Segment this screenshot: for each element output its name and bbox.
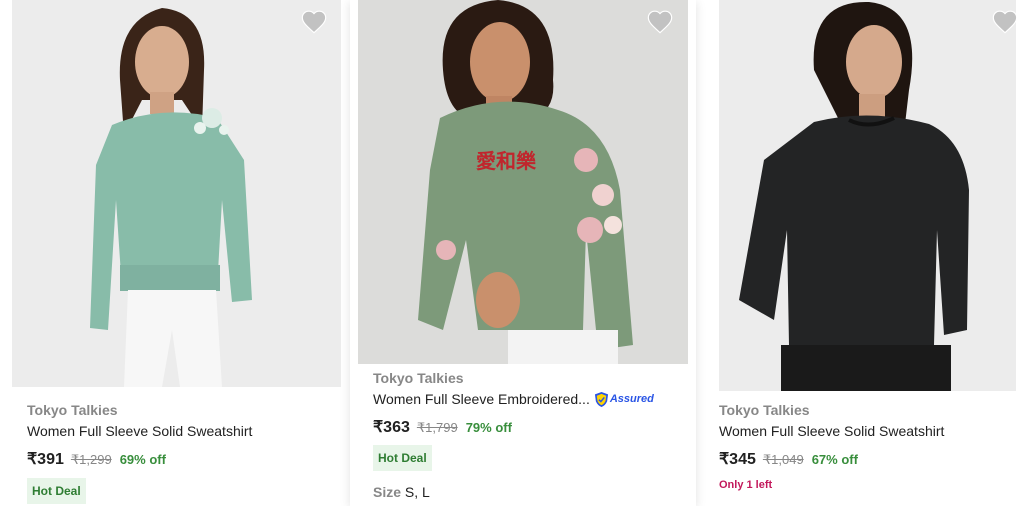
discount-percent: 69% off	[119, 452, 166, 467]
product-title[interactable]: Women Full Sleeve Solid Sweatshirt	[719, 422, 944, 440]
wishlist-heart-icon[interactable]	[991, 8, 1019, 34]
product-title[interactable]: Women Full Sleeve Embroidered... Assured	[373, 390, 654, 408]
brand-name[interactable]: Tokyo Talkies	[719, 402, 944, 419]
product-card-2[interactable]: 愛和樂 Tokyo Talkies Women Full Sleeve Embr…	[350, 0, 696, 506]
product-card-3[interactable]: Tokyo Talkies Women Full Sleeve Solid Sw…	[696, 0, 1031, 506]
product-title[interactable]: Women Full Sleeve Solid Sweatshirt	[27, 422, 252, 440]
assured-badge: Assured	[594, 390, 654, 408]
price-row: ₹391 ₹1,299 69% off	[27, 449, 252, 469]
assured-shield-icon	[594, 391, 608, 407]
brand-name[interactable]: Tokyo Talkies	[373, 370, 654, 387]
size-values: S, L	[404, 484, 430, 500]
discount-percent: 79% off	[465, 420, 512, 435]
wishlist-heart-icon[interactable]	[646, 8, 674, 34]
product-image-3[interactable]	[719, 0, 1016, 391]
product-info-2: Tokyo Talkies Women Full Sleeve Embroide…	[373, 370, 654, 500]
price-row: ₹363 ₹1,799 79% off	[373, 417, 654, 437]
hot-deal-badge: Hot Deal	[27, 478, 86, 504]
product-title-text[interactable]: Women Full Sleeve Solid Sweatshirt	[27, 422, 252, 440]
svg-text:愛和樂: 愛和樂	[476, 149, 537, 173]
size-info: Size S, L	[373, 484, 654, 500]
product-card-1[interactable]: Tokyo Talkies Women Full Sleeve Solid Sw…	[0, 0, 350, 506]
price-row: ₹345 ₹1,049 67% off	[719, 449, 944, 469]
product-title-text[interactable]: Women Full Sleeve Embroidered...	[373, 390, 590, 408]
product-title-text[interactable]: Women Full Sleeve Solid Sweatshirt	[719, 422, 944, 440]
product-image-1[interactable]	[12, 0, 341, 387]
product-image-2[interactable]: 愛和樂	[358, 0, 688, 364]
original-price: ₹1,799	[416, 420, 458, 435]
product-info-1: Tokyo Talkies Women Full Sleeve Solid Sw…	[27, 402, 252, 504]
hot-deal-badge: Hot Deal	[373, 445, 432, 471]
original-price: ₹1,299	[70, 452, 112, 467]
brand-name[interactable]: Tokyo Talkies	[27, 402, 252, 419]
original-price: ₹1,049	[762, 452, 804, 467]
wishlist-heart-icon[interactable]	[300, 8, 328, 34]
product-info-3: Tokyo Talkies Women Full Sleeve Solid Sw…	[719, 402, 944, 491]
selling-price: ₹391	[27, 451, 64, 468]
assured-label: Assured	[609, 393, 654, 405]
discount-percent: 67% off	[811, 452, 858, 467]
selling-price: ₹345	[719, 451, 756, 468]
size-label: Size	[373, 484, 402, 500]
selling-price: ₹363	[373, 419, 410, 436]
stock-warning: Only 1 left	[719, 479, 773, 491]
